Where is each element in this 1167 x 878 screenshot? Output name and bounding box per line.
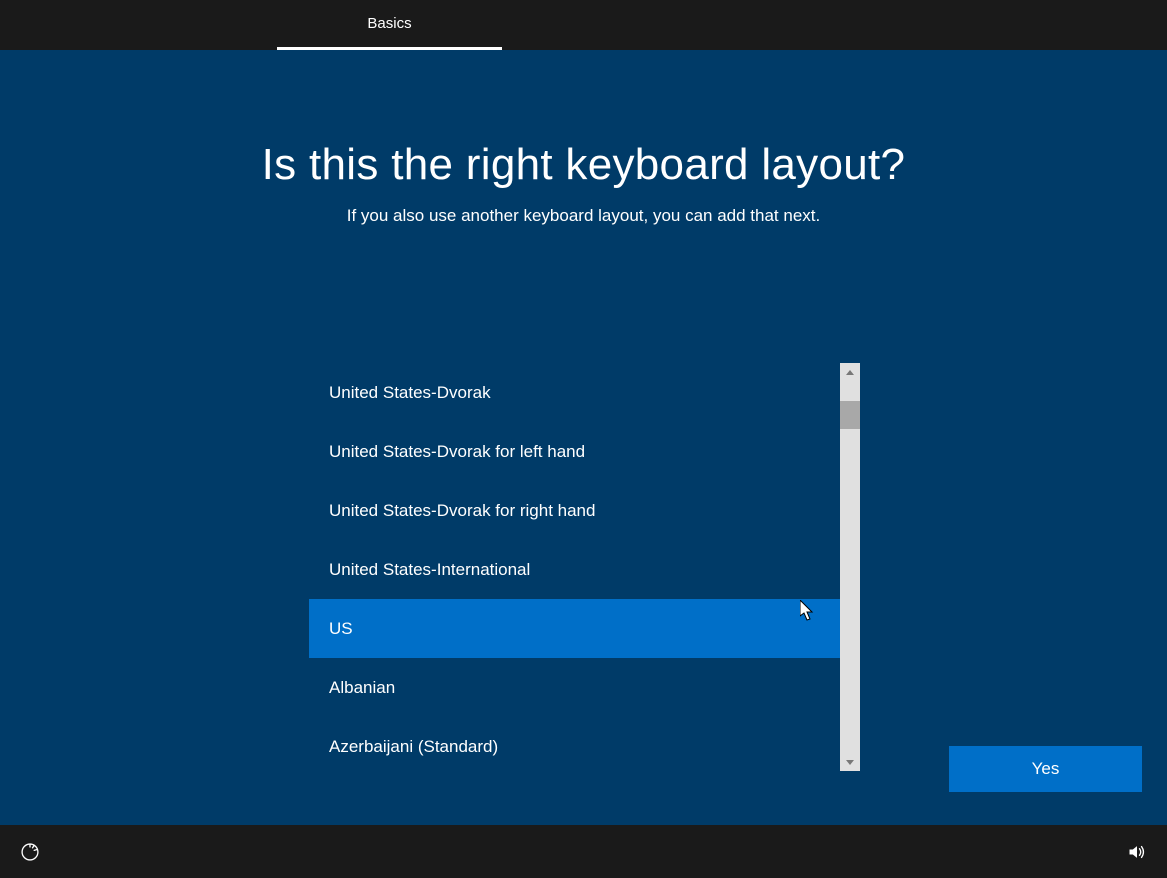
accessibility-button[interactable] bbox=[20, 842, 40, 862]
scroll-thumb[interactable] bbox=[840, 401, 860, 429]
header-bar: Basics bbox=[0, 0, 1167, 50]
list-item[interactable]: United States-Dvorak for left hand bbox=[309, 422, 840, 481]
list-item-selected[interactable]: US bbox=[309, 599, 840, 658]
tab-basics-label: Basics bbox=[367, 15, 411, 32]
yes-button-label: Yes bbox=[1032, 759, 1060, 778]
list-item-label: United States-Dvorak bbox=[329, 383, 491, 403]
list-item[interactable]: United States-Dvorak bbox=[309, 363, 840, 422]
list-item[interactable]: Azerbaijani (Standard) bbox=[309, 717, 840, 771]
page-heading: Is this the right keyboard layout? bbox=[0, 140, 1167, 190]
yes-button[interactable]: Yes bbox=[949, 746, 1142, 792]
keyboard-layout-list-container: United States-Dvorak United States-Dvora… bbox=[309, 363, 860, 771]
keyboard-layout-list[interactable]: United States-Dvorak United States-Dvora… bbox=[309, 363, 840, 771]
scroll-down-button[interactable] bbox=[840, 753, 860, 771]
list-item[interactable]: United States-International bbox=[309, 540, 840, 599]
volume-icon bbox=[1127, 842, 1147, 862]
main-content: Is this the right keyboard layout? If yo… bbox=[0, 50, 1167, 825]
tab-basics[interactable]: Basics bbox=[277, 0, 502, 50]
list-item-label: Azerbaijani (Standard) bbox=[329, 737, 498, 757]
list-item[interactable]: Albanian bbox=[309, 658, 840, 717]
list-item-label: Albanian bbox=[329, 678, 395, 698]
chevron-up-icon bbox=[846, 370, 854, 375]
accessibility-icon bbox=[20, 842, 40, 862]
volume-button[interactable] bbox=[1127, 842, 1147, 862]
footer-bar bbox=[0, 825, 1167, 878]
scrollbar[interactable] bbox=[840, 363, 860, 771]
list-item-label: United States-International bbox=[329, 560, 530, 580]
chevron-down-icon bbox=[846, 760, 854, 765]
list-item-label: US bbox=[329, 619, 353, 639]
list-item[interactable]: United States-Dvorak for right hand bbox=[309, 481, 840, 540]
scroll-up-button[interactable] bbox=[840, 363, 860, 381]
page-subheading: If you also use another keyboard layout,… bbox=[0, 206, 1167, 226]
list-item-label: United States-Dvorak for left hand bbox=[329, 442, 585, 462]
list-item-label: United States-Dvorak for right hand bbox=[329, 501, 595, 521]
